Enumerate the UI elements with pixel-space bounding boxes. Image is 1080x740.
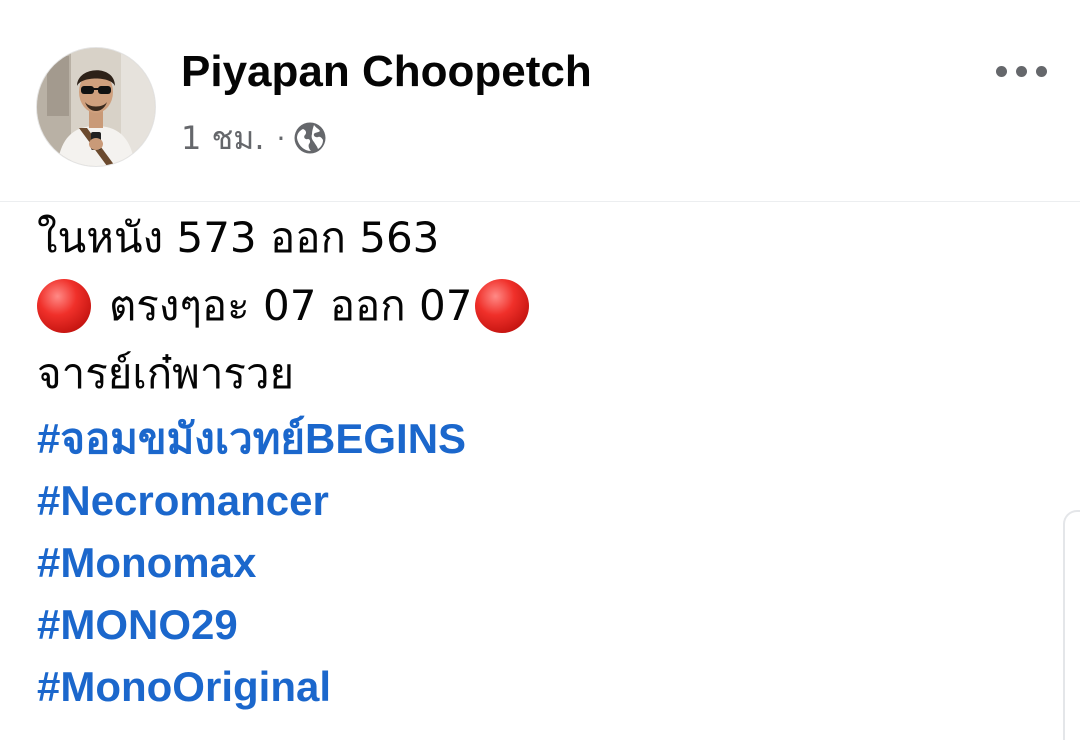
globe-icon — [294, 122, 326, 154]
post-header: Piyapan Choopetch 1 ชม. · — [0, 0, 1080, 200]
hashtag-link[interactable]: #MONO29 — [37, 594, 1037, 656]
post-text-line-2: ตรงๆอะ 07 ออก 07 — [37, 272, 1037, 340]
post-text: จารย์เก๋พารวย — [37, 349, 295, 398]
adjacent-card-edge — [1063, 510, 1080, 740]
more-options-button[interactable] — [986, 54, 1056, 88]
post-body: ในหนัง 573 ออก 563 ตรงๆอะ 07 ออก 07 จารย… — [37, 204, 1037, 718]
post-timestamp[interactable]: 1 ชม. — [181, 113, 265, 164]
more-dot — [1015, 65, 1027, 77]
red-circle-icon — [474, 279, 529, 333]
author-avatar[interactable] — [37, 48, 155, 166]
post-text: ตรงๆอะ 07 ออก 07 — [109, 281, 473, 330]
header-divider — [0, 201, 1080, 202]
avatar-photo — [37, 48, 155, 166]
post-meta: 1 ชม. · — [181, 116, 327, 160]
hashtag-link[interactable]: #จอมขมังเวทย์BEGINS — [37, 408, 1037, 470]
post-text-line-1: ในหนัง 573 ออก 563 — [37, 204, 1037, 272]
more-horizontal-icon — [995, 65, 1007, 77]
post-text: ในหนัง 573 ออก 563 — [37, 213, 440, 262]
post-text-line-3: จารย์เก๋พารวย — [37, 340, 1037, 408]
facebook-post: Piyapan Choopetch 1 ชม. · ในหนัง 573 ออก… — [0, 0, 1080, 740]
hashtag-link[interactable]: #Monomax — [37, 532, 1037, 594]
red-circle-icon — [37, 279, 91, 333]
meta-separator: · — [276, 121, 286, 155]
more-dot — [1035, 65, 1047, 77]
author-name[interactable]: Piyapan Choopetch — [181, 44, 592, 100]
hashtag-link[interactable]: #Necromancer — [37, 470, 1037, 532]
hashtag-link[interactable]: #MonoOriginal — [37, 656, 1037, 718]
